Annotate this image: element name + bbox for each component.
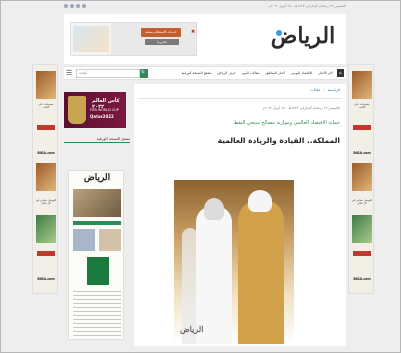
photo-figure-head	[248, 190, 272, 212]
left-sidebar: كأس العالم ٢٠٢٢ FIFA WORLD CUP Qatar2022…	[64, 84, 131, 346]
side-ad-button[interactable]	[37, 125, 55, 130]
top-strip: الخميس ٢٦ رمضان الإماراتي ١٤٤٣هـ - ٢٨ أب…	[64, 3, 346, 9]
side-ad-button[interactable]	[37, 251, 55, 256]
nav-item-latest[interactable]: آخر الأخبار	[318, 71, 333, 75]
newspaper-strip	[73, 221, 121, 225]
main-navbar: ☰ 🔍 تصفح النسخة الورقية حرف الرياض مقالا…	[64, 66, 346, 80]
right-side-ad[interactable]: خصومات على الكتب BIGA.com التوصيل مجاني …	[348, 64, 374, 294]
book-cover	[36, 71, 56, 99]
book-cover	[352, 71, 372, 99]
side-ad-brand: BIGA.com	[353, 151, 371, 155]
world-cup-trophy-icon	[68, 96, 86, 124]
newspaper-flag	[87, 257, 109, 285]
header-ad-banner[interactable]: خدمات الاستعلام بمنصة البركة إلكترونياً …	[70, 22, 197, 56]
newspaper-masthead: الرياض	[83, 173, 111, 183]
side-ad-brand: BIGA.com	[37, 151, 55, 155]
article-content: مقالات / الرئيسية الخميس ٢٦ رمضان الإمار…	[134, 84, 346, 346]
article-subheadline: حماية الاقتصاد العالمي وموازنة مصالح منت…	[233, 120, 340, 126]
menu-icon[interactable]: ☰	[66, 69, 74, 77]
archive-divider	[64, 142, 130, 143]
site-logo[interactable]: الرياض	[264, 18, 342, 56]
side-ad-text: التوصيل مجاني في كل مكان	[35, 199, 57, 206]
side-ad-button[interactable]	[353, 125, 371, 130]
side-ad-text: خصومات على الكتب	[38, 103, 54, 110]
world-cup-ad[interactable]: كأس العالم ٢٠٢٢ FIFA WORLD CUP Qatar2022	[64, 92, 126, 128]
social-icons	[64, 4, 86, 8]
world-cup-subtitle: FIFA WORLD CUP	[90, 108, 119, 112]
article-meta: الخميس ٢٦ رمضان الإماراتي ١٤٤٣هـ - ٢٨ أب…	[262, 106, 340, 110]
newspaper-photo	[73, 189, 121, 217]
ad-subbadge: إلكترونياً	[145, 39, 179, 45]
nav-items: تصفح النسخة الورقية حرف الرياض مقالات ال…	[182, 71, 333, 75]
side-ad-brand: BIGA.com	[353, 277, 371, 281]
ad-close-icon[interactable]: ✖	[191, 30, 196, 35]
left-side-ad[interactable]: خصومات على الكتب BIGA.com التوصيل مجاني …	[32, 64, 58, 294]
search-input[interactable]	[76, 68, 140, 78]
divider	[138, 98, 342, 99]
home-icon[interactable]: ⌂	[337, 69, 344, 77]
world-cup-subtitle2: Qatar2022	[90, 114, 114, 119]
side-ad-brand: BIGA.com	[37, 277, 55, 281]
newspaper-text-lines	[73, 291, 121, 337]
breadcrumb-home[interactable]: الرئيسية	[328, 88, 340, 92]
youtube-icon[interactable]	[82, 4, 86, 8]
side-ad-text: خصومات على الكتب	[354, 103, 370, 110]
search-button[interactable]: 🔍	[140, 68, 148, 78]
newspaper-photo	[99, 229, 121, 251]
photo-figure-head	[204, 198, 224, 220]
logo-dot	[276, 30, 282, 36]
photo-figure	[238, 200, 284, 344]
breadcrumb: مقالات / الرئيسية	[310, 88, 340, 92]
instagram-icon[interactable]	[76, 4, 80, 8]
nav-item-paper[interactable]: تصفح النسخة الورقية	[182, 71, 212, 75]
book-cover	[36, 215, 56, 243]
twitter-icon[interactable]	[70, 4, 74, 8]
archive-title: تصفح النسخة الورقية	[96, 136, 130, 141]
nav-item-articles[interactable]: مقالات اليوم	[242, 71, 260, 75]
article-headline: المملكة.. القيادة والريادة العالمية	[217, 136, 340, 145]
breadcrumb-articles[interactable]: مقالات	[310, 88, 320, 92]
book-cover	[352, 163, 372, 191]
facebook-icon[interactable]	[64, 4, 68, 8]
site-header: خدمات الاستعلام بمنصة البركة إلكترونياً …	[64, 14, 346, 64]
ad-badge: خدمات الاستعلام بمنصة البركة	[141, 28, 181, 43]
nav-item-economy[interactable]: الاقتصاد اليومي	[291, 71, 312, 75]
book-cover	[352, 215, 372, 243]
side-ad-button[interactable]	[353, 251, 371, 256]
nav-item-regions[interactable]: أخبار المناطق	[266, 71, 285, 75]
newspaper-photo	[73, 229, 95, 251]
breadcrumb-separator: /	[323, 88, 325, 92]
side-ad-text: التوصيل مجاني في كل مكان	[351, 199, 373, 206]
book-cover	[36, 163, 56, 191]
ad-illustration	[73, 26, 109, 52]
nav-item-riyadh-letter[interactable]: حرف الرياض	[217, 71, 235, 75]
article-photo[interactable]: الرياض	[174, 180, 294, 344]
photo-watermark: الرياض	[180, 324, 204, 334]
date-text: الخميس ٢٦ رمضان الإماراتي ١٤٤٣هـ - ٢٨ أب…	[268, 4, 346, 8]
newspaper-thumbnail[interactable]: الرياض	[68, 170, 124, 340]
